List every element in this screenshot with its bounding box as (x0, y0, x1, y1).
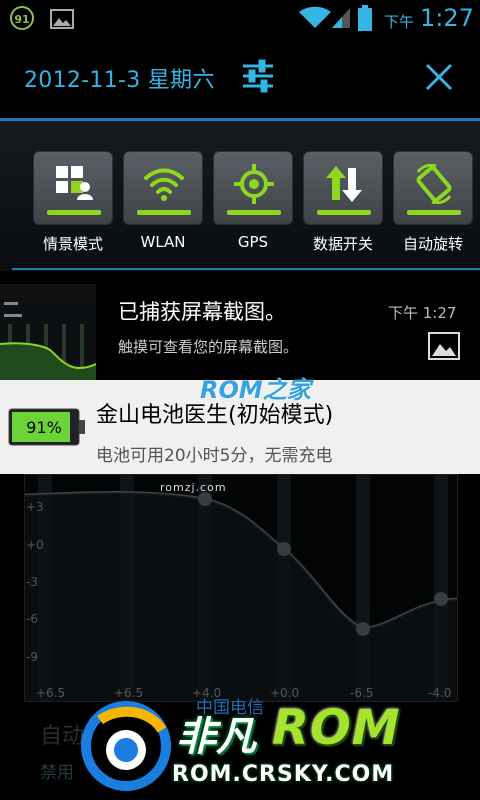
shade-header: 2012-11-3 星期六 (0, 38, 480, 118)
logo-rom-text: ROM (272, 700, 401, 756)
eq-y-label: +3 (26, 500, 44, 514)
rom-home-watermark: ROM之家 (200, 376, 311, 404)
toggle-label: WLAN (140, 233, 186, 251)
background-auto-label: 自动 (40, 724, 85, 749)
screenshot-notification[interactable]: 已捕获屏幕截图。 下午 1:27 触摸可查看您的屏幕截图。 (0, 280, 480, 380)
eq-x-label: +6.5 (36, 686, 66, 700)
toggle-label: 自动旋转 (402, 235, 463, 253)
toggle-on-indicator (137, 210, 191, 215)
image-icon (428, 332, 460, 360)
notification-count-badge: 91 (10, 6, 34, 30)
data-transfer-icon (326, 166, 362, 202)
gps-icon (234, 164, 274, 204)
toggles-divider (12, 268, 480, 270)
status-bar: 91 下午 1:27 (0, 0, 480, 38)
equalizer-graph (24, 474, 458, 702)
toggle-wlan-button[interactable] (123, 151, 203, 225)
romzj-watermark: romzj.com (160, 481, 227, 494)
rotate-screen-icon (416, 164, 452, 204)
battery-percent: 91% (26, 418, 62, 437)
status-time: 1:27 (420, 4, 474, 32)
toggle-gps-button[interactable] (213, 151, 293, 225)
logo-url-text: ROM.CRSKY.COM (172, 762, 395, 787)
toggle-profile-button[interactable] (33, 151, 113, 225)
status-ampm: 下午 (384, 13, 415, 31)
toggle-label: GPS (237, 233, 269, 251)
close-icon[interactable] (424, 62, 454, 92)
eq-y-label: -9 (26, 650, 38, 664)
image-notification-icon (50, 9, 74, 29)
screenshot-thumbnail (0, 284, 96, 380)
toggle-label: 情景模式 (42, 235, 103, 253)
battery-doctor-notification[interactable]: 91% 金山电池医生(初始模式) 电池可用20小时5分，无需充电 ROM之家 (0, 376, 480, 474)
eq-curve (24, 475, 458, 701)
notification-title: 已捕获屏幕截图。 (118, 300, 286, 324)
toggle-on-indicator (317, 210, 371, 215)
logo-cn-text: 非凡 (176, 714, 256, 760)
eq-x-label: -4.0 (428, 686, 452, 700)
crsky-logo-watermark: 非凡 ROM ROM.CRSKY.COM (80, 696, 410, 800)
signal-icon (332, 8, 350, 28)
date-label: 2012-11-3 星期六 (24, 68, 215, 93)
quick-toggles: 情景模式 WLAN GPS 数据开关 自动旋转 (0, 121, 480, 271)
eq-y-label: -3 (26, 575, 38, 589)
toggle-rotate-button[interactable] (393, 151, 473, 225)
battery-icon (358, 5, 372, 31)
wifi-icon (299, 6, 331, 28)
eq-y-label: +0 (26, 538, 44, 552)
notification-text: 触摸可查看您的屏幕截图。 (118, 338, 299, 356)
toggle-data-button[interactable] (303, 151, 383, 225)
notification-text: 电池可用20小时5分，无需充电 (96, 446, 333, 466)
toggle-on-indicator (47, 210, 101, 215)
settings-sliders-icon[interactable] (240, 58, 276, 94)
eq-y-label: -6 (26, 612, 38, 626)
toggle-on-indicator (227, 210, 281, 215)
logo-swirl-icon (81, 701, 171, 791)
wifi-icon (144, 168, 184, 201)
battery-level-icon: 91% (8, 408, 85, 446)
background-disable-label: 禁用 (40, 763, 74, 783)
profile-grid-icon (56, 166, 93, 200)
toggle-label: 数据开关 (312, 235, 373, 253)
toggle-on-indicator (407, 210, 461, 215)
notification-time: 下午 1:27 (388, 304, 457, 322)
